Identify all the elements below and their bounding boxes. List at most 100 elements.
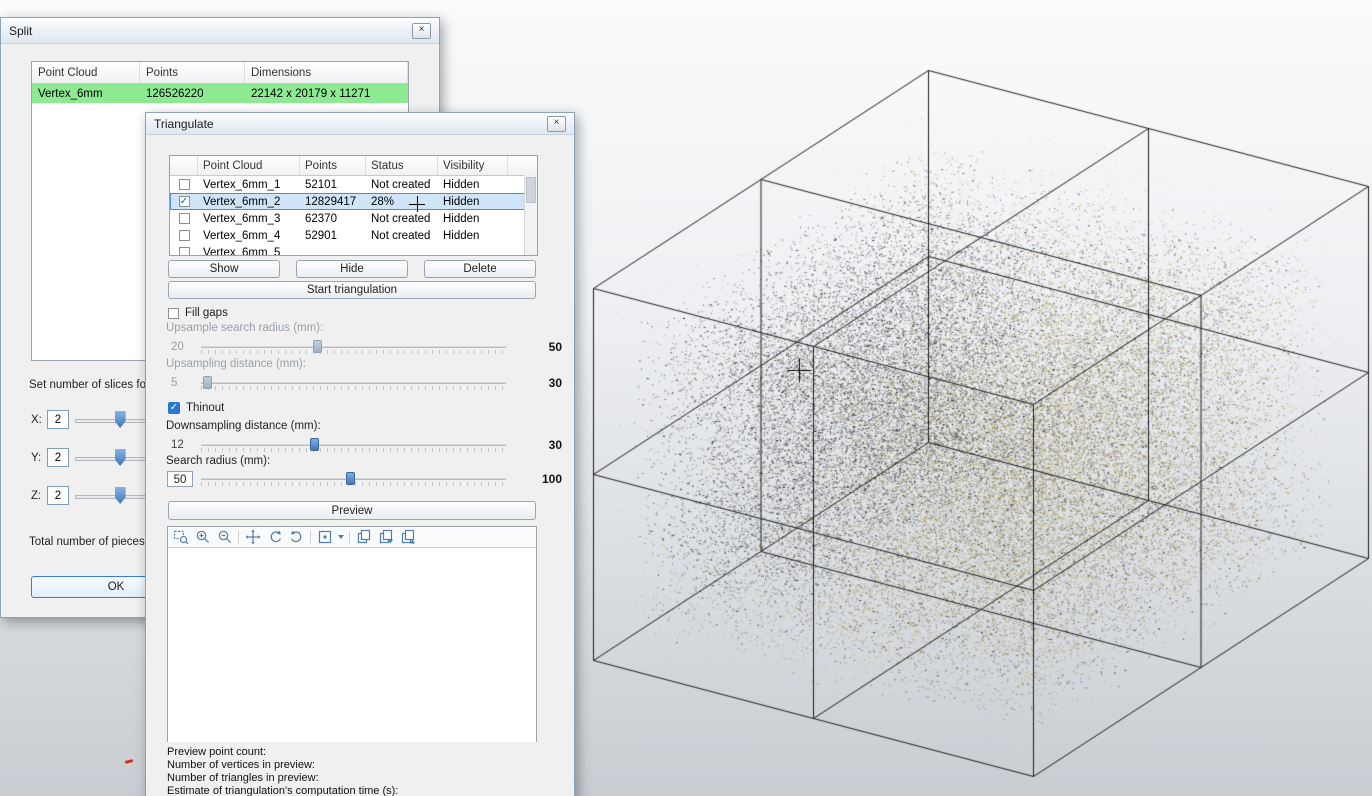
table-header-row: Point Cloud Points Status Visibility xyxy=(170,156,537,176)
row-checkbox[interactable] xyxy=(179,247,190,256)
axis-x-input[interactable] xyxy=(47,410,69,429)
axis-z-input[interactable] xyxy=(47,486,69,505)
slider-line xyxy=(201,444,506,446)
upsampling-distance-slider: 5 30 xyxy=(146,375,576,393)
rotate-cw-icon[interactable] xyxy=(288,529,305,546)
triangulate-dialog-title: Triangulate xyxy=(154,117,214,131)
table-header-row: Point Cloud Points Dimensions xyxy=(32,62,408,84)
slider-line xyxy=(201,346,506,348)
chevron-down-icon[interactable] xyxy=(338,535,344,539)
triangulate-point-cloud-table: Point Cloud Points Status Visibility Ver… xyxy=(169,155,538,256)
zoom-out-icon[interactable] xyxy=(216,529,233,546)
row-checkbox[interactable] xyxy=(179,179,190,190)
column-header-dimensions[interactable]: Dimensions xyxy=(245,62,408,83)
thinout-label: Thinout xyxy=(186,402,224,414)
fill-gaps-checkbox[interactable] xyxy=(168,308,179,319)
scrollbar-thumb[interactable] xyxy=(526,177,536,203)
start-triangulation-button[interactable]: Start triangulation xyxy=(168,281,536,299)
row-checkbox[interactable] xyxy=(179,230,190,241)
thinout-checkbox[interactable]: ✓ xyxy=(168,402,180,414)
table-row[interactable]: Vertex_6mm_3 62370 Not created Hidden xyxy=(170,210,537,227)
slider-max-value: 100 xyxy=(542,472,562,486)
slider-handle[interactable] xyxy=(115,449,126,466)
delete-button[interactable]: Delete xyxy=(424,260,536,278)
search-radius-input[interactable]: 50 xyxy=(167,471,193,487)
table-scrollbar[interactable] xyxy=(524,175,537,255)
slider-track[interactable] xyxy=(201,437,506,455)
slider-max-value: 30 xyxy=(549,438,562,452)
pan-icon[interactable] xyxy=(244,529,261,546)
preview-frame xyxy=(167,526,537,742)
slider-handle[interactable] xyxy=(313,340,322,353)
fit-view-icon[interactable] xyxy=(316,529,333,546)
table-row[interactable]: Vertex_6mm 126526220 22142 x 20179 x 112… xyxy=(32,84,408,103)
copy-view-arrow-icon[interactable] xyxy=(377,529,394,546)
preview-button[interactable]: Preview xyxy=(168,501,536,520)
cell-point-cloud: Vertex_6mm_1 xyxy=(198,176,300,193)
slider-ticks xyxy=(201,350,506,354)
cell-status: Not created xyxy=(366,210,438,227)
slider-handle[interactable] xyxy=(203,376,212,389)
cell-points: 52901 xyxy=(300,227,366,244)
show-button[interactable]: Show xyxy=(168,260,280,278)
cell-point-cloud: Vertex_6mm_3 xyxy=(198,210,300,227)
column-header-status[interactable]: Status xyxy=(366,156,438,175)
slider-ticks xyxy=(201,386,506,390)
slider-handle[interactable] xyxy=(310,438,319,451)
axis-y-input[interactable] xyxy=(47,448,69,467)
preview-stats: Preview point count: Number of vertices … xyxy=(167,746,398,796)
cell-visibility: Hidden xyxy=(438,210,508,227)
slider-handle[interactable] xyxy=(115,411,126,428)
slider-handle[interactable] xyxy=(346,472,355,485)
slider-max-value: 30 xyxy=(549,376,562,390)
cell-points: 52101 xyxy=(300,176,366,193)
application-window: Split × Point Cloud Points Dimensions Ve… xyxy=(0,0,1372,796)
upsample-search-radius-slider: 20 50 xyxy=(146,339,576,357)
axis-x-label: X: xyxy=(31,414,42,426)
total-pieces-label: Total number of pieces: xyxy=(29,536,148,548)
slider-track[interactable] xyxy=(201,471,506,489)
triangulate-dialog: Triangulate × Point Cloud Points Status … xyxy=(145,112,575,796)
slider-ticks xyxy=(201,448,506,452)
slider-min-value: 5 xyxy=(171,377,177,389)
column-header-visibility[interactable]: Visibility xyxy=(438,156,508,175)
split-titlebar[interactable]: Split × xyxy=(1,18,439,44)
zoom-window-icon[interactable] xyxy=(172,529,189,546)
triangulate-titlebar[interactable]: Triangulate × xyxy=(146,113,574,135)
slider-track[interactable] xyxy=(201,339,506,357)
column-header-point-cloud[interactable]: Point Cloud xyxy=(32,62,140,83)
toolbar-divider xyxy=(310,531,311,544)
table-row-selected[interactable]: ✓ Vertex_6mm_2 12829417 28% Hidden xyxy=(170,193,537,210)
slider-min-value: 20 xyxy=(171,341,184,353)
downsampling-distance-slider: 12 30 xyxy=(146,437,576,455)
table-row-partial[interactable]: Vertex_6mm_5 xyxy=(170,244,537,256)
close-icon[interactable]: × xyxy=(412,23,431,39)
table-row[interactable]: Vertex_6mm_4 52901 Not created Hidden xyxy=(170,227,537,244)
search-radius-slider: 50 100 xyxy=(146,471,576,489)
copy-view-icon[interactable] xyxy=(355,529,372,546)
cell-visibility: Hidden xyxy=(438,193,508,210)
column-header-checkbox xyxy=(170,156,198,175)
row-checkbox-checked[interactable]: ✓ xyxy=(179,196,190,207)
stat-line: Preview point count: xyxy=(167,746,398,759)
column-header-point-cloud[interactable]: Point Cloud xyxy=(198,156,300,175)
cell-status: Not created xyxy=(366,227,438,244)
cell-point-cloud: Vertex_6mm_5 xyxy=(198,244,300,256)
stat-line: Number of triangles in preview: xyxy=(167,772,398,785)
export-view-icon[interactable] xyxy=(399,529,416,546)
slider-track[interactable] xyxy=(201,375,506,393)
preview-area[interactable] xyxy=(168,548,536,742)
row-checkbox[interactable] xyxy=(179,213,190,224)
hide-button[interactable]: Hide xyxy=(296,260,408,278)
cell-visibility: Hidden xyxy=(438,176,508,193)
close-icon[interactable]: × xyxy=(547,116,566,132)
preview-toolbar xyxy=(168,527,536,548)
rotate-ccw-icon[interactable] xyxy=(266,529,283,546)
table-row[interactable]: Vertex_6mm_1 52101 Not created Hidden xyxy=(170,176,537,193)
column-header-points[interactable]: Points xyxy=(300,156,366,175)
slider-max-value: 50 xyxy=(549,340,562,354)
slider-handle[interactable] xyxy=(115,487,126,504)
zoom-in-icon[interactable] xyxy=(194,529,211,546)
cell-points xyxy=(300,244,366,256)
column-header-points[interactable]: Points xyxy=(140,62,245,83)
